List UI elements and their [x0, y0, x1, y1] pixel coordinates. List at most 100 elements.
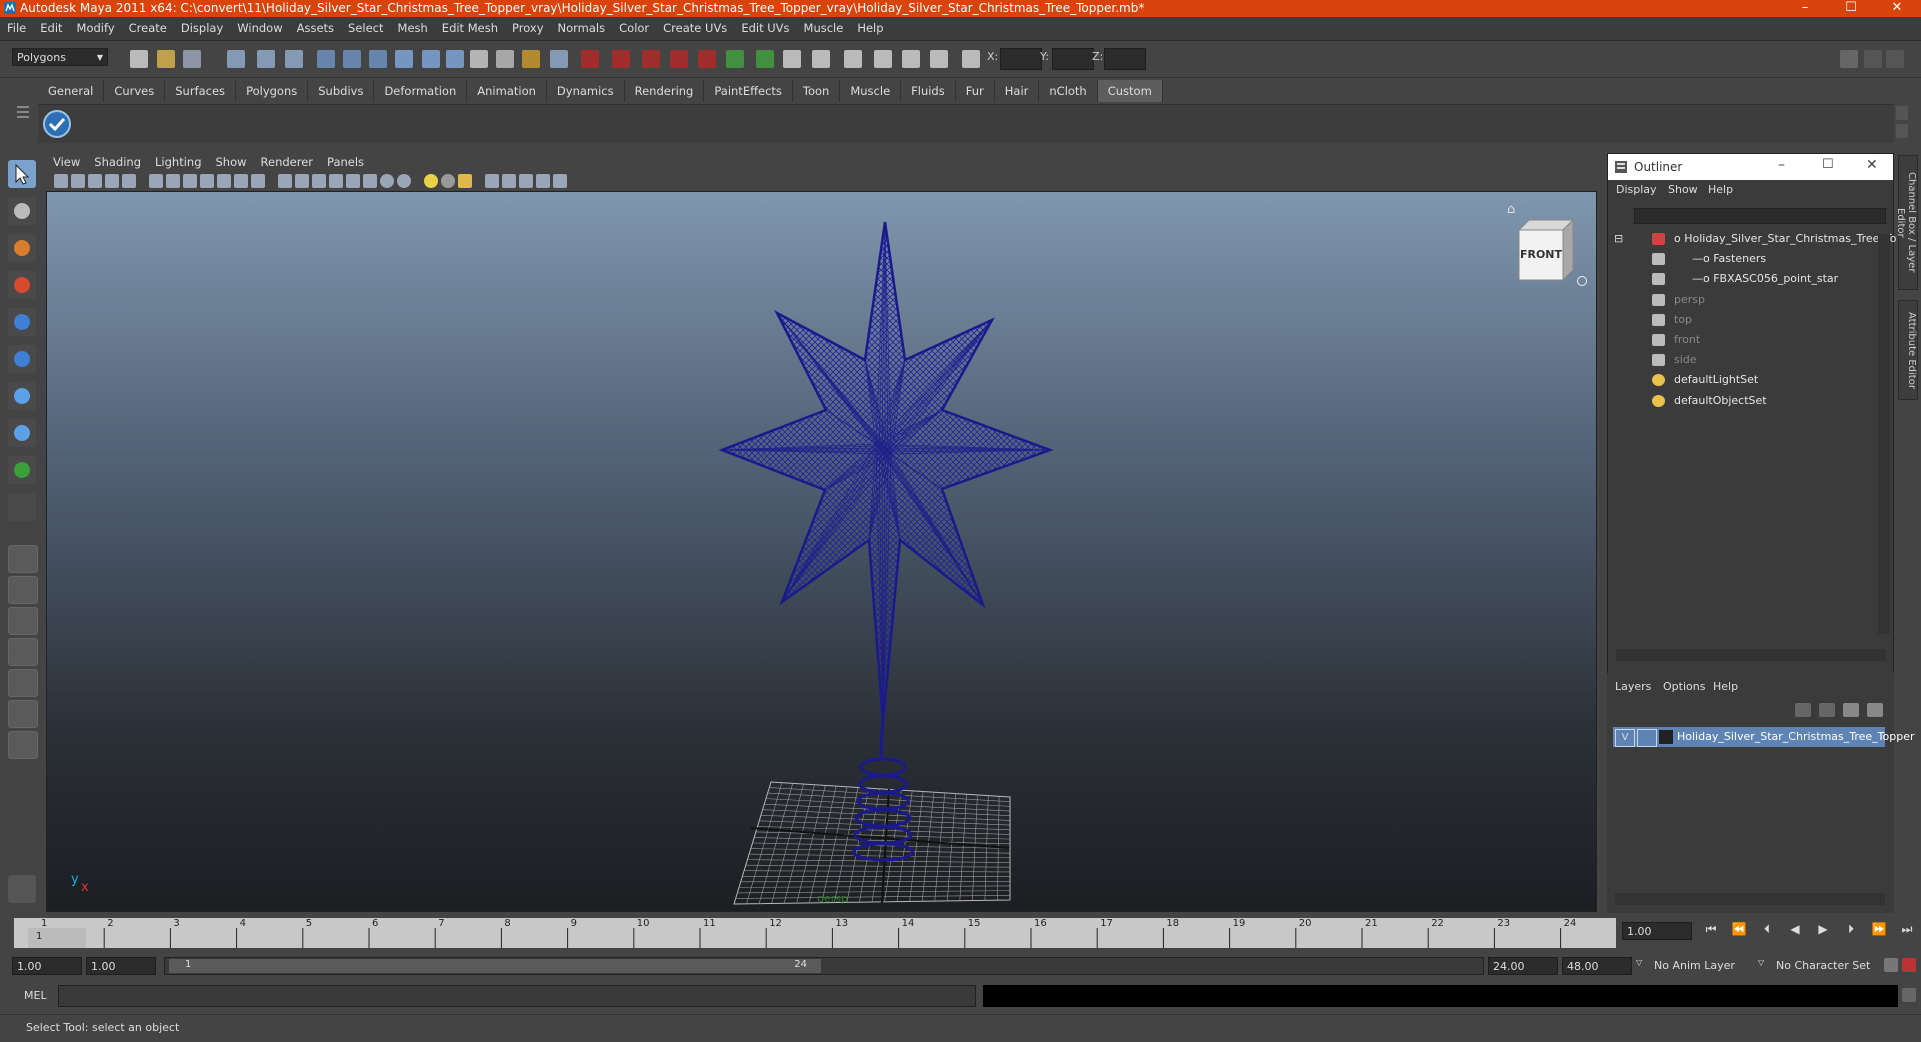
viewport-tool-22-icon[interactable] — [441, 174, 455, 188]
soft-mod-icon[interactable] — [8, 419, 36, 447]
universal-manipulator-icon[interactable] — [8, 382, 36, 410]
shelf-tab-subdivs[interactable]: Subdivs — [308, 80, 374, 102]
attribute-editor-toggle-icon[interactable] — [1864, 50, 1882, 68]
menu-window[interactable]: Window — [230, 17, 289, 40]
outliner-item[interactable]: ⊟o Holiday_Silver_Star_Christmas_Tree_To — [1608, 229, 1868, 249]
close-button[interactable]: ✕ — [1877, 0, 1917, 17]
outliner-menu-show[interactable]: Show — [1668, 183, 1698, 196]
menu-muscle[interactable]: Muscle — [797, 17, 851, 40]
layers-menu-layers[interactable]: Layers — [1615, 680, 1651, 693]
viewport-tool-17-icon[interactable] — [346, 174, 360, 188]
layer-color-swatch[interactable] — [1659, 730, 1673, 744]
status-tool-30-icon[interactable] — [962, 50, 980, 68]
status-tool-18-icon[interactable] — [612, 50, 630, 68]
shelf-tab-painteffects[interactable]: PaintEffects — [704, 80, 793, 102]
menu-edit[interactable]: Edit — [33, 17, 69, 40]
range-slider-handle[interactable]: 1 24 — [169, 959, 821, 973]
shelf-tab-muscle[interactable]: Muscle — [840, 80, 901, 102]
viewport-tool-21-icon[interactable] — [424, 174, 438, 188]
menu-edit-mesh[interactable]: Edit Mesh — [435, 17, 505, 40]
layer-row[interactable]: V Holiday_Silver_Star_Christmas_Tree_Top… — [1613, 727, 1885, 747]
status-tool-7-icon[interactable] — [317, 50, 335, 68]
outliner-item[interactable]: defaultObjectSet — [1608, 391, 1868, 411]
view-cube[interactable]: FRONT — [1511, 212, 1581, 282]
hand-tool-icon[interactable] — [8, 875, 36, 903]
command-input[interactable] — [58, 985, 976, 1007]
shelf-tab-general[interactable]: General — [38, 80, 104, 102]
viewport-tool-10-icon[interactable] — [217, 174, 231, 188]
menu-set-select[interactable]: Polygons▼ — [12, 48, 108, 66]
new-layer-selected-icon[interactable] — [1867, 703, 1883, 717]
outliner-item[interactable]: persp — [1608, 290, 1868, 310]
viewport-tool-3-icon[interactable] — [88, 174, 102, 188]
play-forward-icon[interactable]: ▶ — [1812, 922, 1834, 936]
command-language-label[interactable]: MEL — [24, 989, 47, 1002]
move-layer-down-icon[interactable] — [1819, 703, 1835, 717]
menu-edit-uvs[interactable]: Edit UVs — [734, 17, 796, 40]
maximize-button[interactable]: ☐ — [1831, 0, 1871, 17]
viewport-tool-9-icon[interactable] — [200, 174, 214, 188]
shelf-tab-polygons[interactable]: Polygons — [236, 80, 308, 102]
layers-menu-options[interactable]: Options — [1663, 680, 1705, 693]
menu-create-uvs[interactable]: Create UVs — [656, 17, 734, 40]
shelf-tab-ncloth[interactable]: nCloth — [1039, 80, 1097, 102]
animation-preferences-icon[interactable] — [1902, 958, 1916, 972]
viewport-tool-20-icon[interactable] — [397, 174, 411, 188]
status-tool-23-icon[interactable] — [756, 50, 774, 68]
viewport-tool-12-icon[interactable] — [251, 174, 265, 188]
status-tool-3-icon[interactable] — [183, 50, 201, 68]
outliner-item[interactable]: front — [1608, 330, 1868, 350]
layer-visibility-toggle[interactable]: V — [1615, 729, 1635, 747]
status-tool-10-icon[interactable] — [395, 50, 413, 68]
attribute-editor-tab[interactable]: Attribute Editor — [1898, 300, 1918, 400]
menu-create[interactable]: Create — [122, 17, 174, 40]
shelf-tab-surfaces[interactable]: Surfaces — [165, 80, 236, 102]
viewport-tool-8-icon[interactable] — [183, 174, 197, 188]
status-tool-22-icon[interactable] — [726, 50, 744, 68]
viewport-tool-19-icon[interactable] — [380, 174, 394, 188]
viewport-tool-16-icon[interactable] — [329, 174, 343, 188]
x-input[interactable] — [1000, 48, 1042, 70]
single-view-layout-icon[interactable] — [8, 545, 38, 573]
select-tool-icon[interactable] — [8, 160, 36, 188]
viewport-menu-lighting[interactable]: Lighting — [148, 152, 208, 172]
viewport-menu-view[interactable]: View — [46, 152, 87, 172]
viewport-tool-7-icon[interactable] — [166, 174, 180, 188]
menu-assets[interactable]: Assets — [290, 17, 341, 40]
status-tool-25-icon[interactable] — [812, 50, 830, 68]
outliner-item[interactable]: side — [1608, 350, 1868, 370]
status-tool-6-icon[interactable] — [285, 50, 303, 68]
viewport-tool-24-icon[interactable] — [485, 174, 499, 188]
outliner-menu-display[interactable]: Display — [1616, 183, 1657, 196]
menu-display[interactable]: Display — [174, 17, 230, 40]
viewport-tool-27-icon[interactable] — [536, 174, 550, 188]
auto-key-icon[interactable] — [1884, 958, 1898, 972]
menu-proxy[interactable]: Proxy — [505, 17, 551, 40]
shelf-tab-toon[interactable]: Toon — [793, 80, 840, 102]
persp-hypershade-layout-icon[interactable] — [8, 669, 38, 697]
viewport-tool-26-icon[interactable] — [519, 174, 533, 188]
status-tool-24-icon[interactable] — [783, 50, 801, 68]
new-empty-layer-icon[interactable] — [1843, 703, 1859, 717]
outliner-persp-layout-icon[interactable] — [8, 700, 38, 728]
viewport-tool-28-icon[interactable] — [553, 174, 567, 188]
last-tool-icon[interactable] — [8, 493, 36, 521]
minimize-button[interactable]: – — [1785, 0, 1825, 17]
step-forward-frame-icon[interactable]: ⏵ — [1840, 922, 1862, 937]
menu-help[interactable]: Help — [850, 17, 890, 40]
check-shelf-icon[interactable] — [42, 109, 72, 139]
outliner-filter-input[interactable] — [1634, 208, 1886, 224]
shelf-tab-animation[interactable]: Animation — [467, 80, 547, 102]
viewport-tool-11-icon[interactable] — [234, 174, 248, 188]
viewport-tool-1-icon[interactable] — [54, 174, 68, 188]
shelf-scroll-up-icon[interactable] — [1896, 106, 1908, 120]
shelf-tab-curves[interactable]: Curves — [104, 80, 165, 102]
status-tool-15-icon[interactable] — [522, 50, 540, 68]
go-to-start-icon[interactable]: ⏮ — [1700, 922, 1722, 937]
viewport-menu-panels[interactable]: Panels — [320, 152, 371, 172]
viewport-tool-6-icon[interactable] — [149, 174, 163, 188]
status-tool-27-icon[interactable] — [874, 50, 892, 68]
outliner-item[interactable]: —o FBXASC056_point_star — [1608, 269, 1868, 289]
step-back-key-icon[interactable]: ⏪ — [1728, 922, 1750, 936]
status-tool-12-icon[interactable] — [446, 50, 464, 68]
